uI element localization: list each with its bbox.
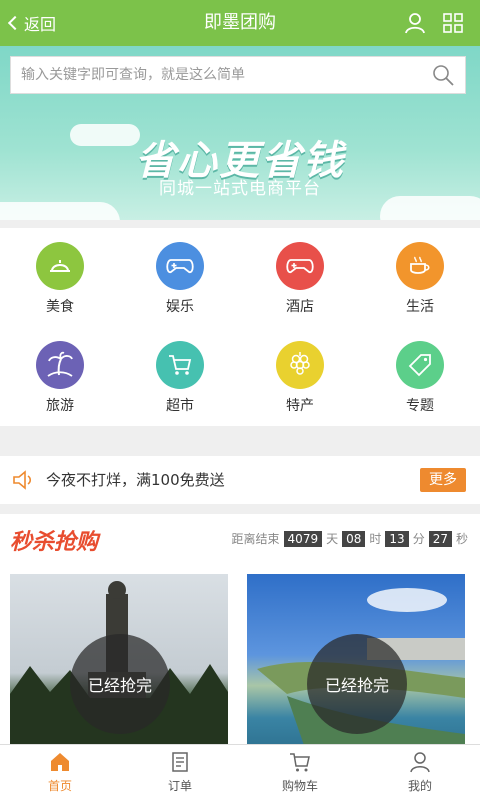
palm-icon	[36, 341, 84, 389]
countdown-days-unit: 天	[326, 532, 339, 546]
category-label: 特产	[286, 398, 314, 414]
cart-icon	[290, 753, 310, 772]
tab-home[interactable]: 首页	[0, 745, 120, 800]
countdown-hours-unit: 时	[369, 532, 382, 546]
more-button[interactable]: 更多	[420, 468, 466, 492]
tab-cart[interactable]: 购物车	[240, 745, 360, 800]
tag-icon	[396, 341, 444, 389]
notice-text[interactable]: 今夜不打烊，满100免费送	[46, 456, 225, 504]
flash-sale-title: 秒杀抢购	[10, 530, 99, 555]
gamepad-icon	[156, 242, 204, 290]
countdown-seconds-unit: 秒	[455, 532, 468, 546]
category-grid: 美食 娱乐 酒店 生活 旅游 超市 特产 专题	[0, 228, 480, 426]
bottom-tab-bar: 首页 订单 购物车 我的	[0, 744, 480, 800]
coffee-icon	[396, 242, 444, 290]
cloud-decoration	[0, 202, 120, 220]
countdown-seconds: 27	[428, 530, 452, 547]
category-label: 娱乐	[166, 299, 194, 315]
category-travel[interactable]: 旅游	[0, 327, 120, 426]
category-life[interactable]: 生活	[360, 228, 480, 327]
category-label: 超市	[166, 398, 194, 414]
category-topic[interactable]: 专题	[360, 327, 480, 426]
tab-mine[interactable]: 我的	[360, 745, 480, 800]
search-input[interactable]	[11, 57, 411, 93]
countdown-days: 4079	[283, 530, 323, 547]
category-label: 美食	[46, 299, 74, 315]
countdown-label: 距离结束	[231, 532, 280, 546]
category-food[interactable]: 美食	[0, 228, 120, 327]
countdown: 距离结束 4079 天 08 时 13 分 27 秒	[232, 530, 468, 547]
top-bar: 返回 即墨团购	[0, 0, 480, 46]
category-entertainment[interactable]: 娱乐	[120, 228, 240, 327]
category-label: 生活	[406, 299, 434, 315]
promo-banner[interactable]: 省心更省钱 同城一站式电商平台	[0, 46, 480, 220]
category-label: 酒店	[286, 299, 314, 315]
search-icon[interactable]	[431, 63, 455, 87]
tab-label: 购物车	[281, 779, 318, 793]
cloud-decoration	[380, 196, 480, 220]
speaker-icon	[13, 470, 32, 490]
tab-label: 首页	[47, 779, 72, 793]
cart-icon	[156, 341, 204, 389]
user-icon	[410, 752, 430, 773]
sold-out-badge: 已经抢完	[70, 634, 170, 734]
countdown-hours: 08	[342, 530, 366, 547]
category-hotel[interactable]: 酒店	[240, 228, 360, 327]
food-icon	[36, 242, 84, 290]
notice-bar: 今夜不打烊，满100免费送 更多	[0, 456, 480, 504]
category-label: 专题	[406, 398, 434, 414]
grapes-icon	[276, 341, 324, 389]
search-bar	[10, 56, 466, 94]
user-icon[interactable]	[404, 12, 426, 34]
home-icon	[51, 753, 69, 771]
gamepad-icon	[276, 242, 324, 290]
grid-icon[interactable]	[442, 12, 464, 34]
product-card[interactable]: 已经抢完	[247, 574, 465, 754]
product-card[interactable]: 已经抢完	[10, 574, 228, 754]
order-icon	[172, 752, 188, 772]
countdown-minutes-unit: 分	[412, 532, 425, 546]
sold-out-badge: 已经抢完	[307, 634, 407, 734]
tab-label: 订单	[167, 779, 192, 793]
banner-subtitle: 同城一站式电商平台	[159, 179, 321, 199]
countdown-minutes: 13	[385, 530, 409, 547]
tab-orders[interactable]: 订单	[120, 745, 240, 800]
category-label: 旅游	[46, 398, 74, 414]
flash-sale-section: 秒杀抢购 距离结束 4079 天 08 时 13 分 27 秒 已经抢完 已经抢…	[0, 514, 480, 754]
category-specialty[interactable]: 特产	[240, 327, 360, 426]
category-supermarket[interactable]: 超市	[120, 327, 240, 426]
tab-label: 我的	[407, 779, 432, 793]
